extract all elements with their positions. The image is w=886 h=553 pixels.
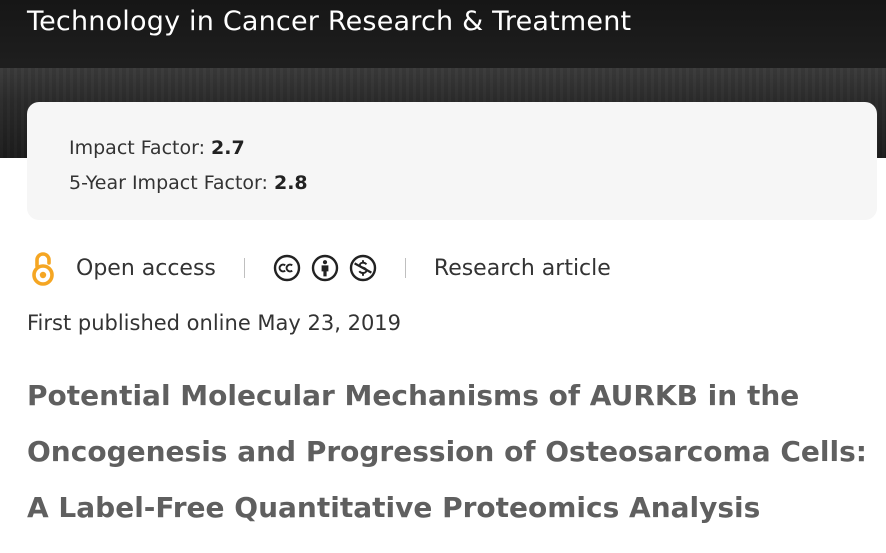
five-year-impact-factor-label: 5-Year Impact Factor: <box>69 172 268 194</box>
article-type: Research article <box>433 255 611 281</box>
metrics-card: Impact Factor: 2.7 5-Year Impact Factor:… <box>27 102 877 220</box>
five-year-impact-factor-value: 2.8 <box>273 172 308 194</box>
impact-factor-label: Impact Factor: <box>69 137 205 159</box>
meta-divider <box>243 258 245 278</box>
article-title: Potential Molecular Mechanisms of AURKB … <box>27 379 867 524</box>
open-access-label: Open access <box>76 255 216 281</box>
impact-factor-value: 2.7 <box>211 137 245 159</box>
by-icon <box>311 254 339 282</box>
cc-icon <box>273 254 301 282</box>
meta-divider <box>404 258 406 278</box>
open-access-icon <box>30 248 62 288</box>
license-icons[interactable] <box>273 254 377 282</box>
impact-factor: Impact Factor: 2.7 <box>69 131 877 166</box>
journal-title-link[interactable]: Technology in Cancer Research & Treatmen… <box>27 6 631 37</box>
publication-date: First published online May 23, 2019 <box>27 311 402 335</box>
five-year-impact-factor: 5-Year Impact Factor: 2.8 <box>69 166 877 201</box>
article-meta-row: Open access Research article <box>27 248 611 288</box>
nc-icon <box>349 254 377 282</box>
